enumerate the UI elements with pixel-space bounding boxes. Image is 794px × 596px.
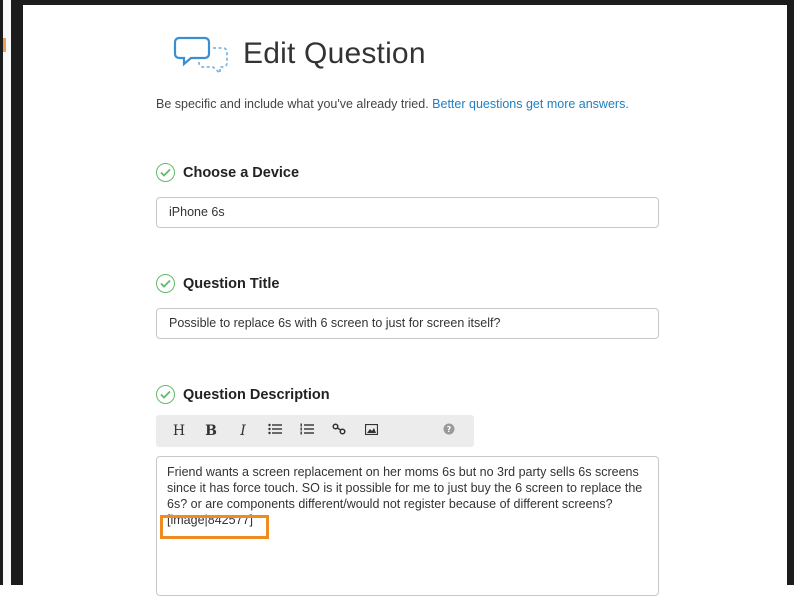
help-icon[interactable]: ? xyxy=(440,423,458,439)
device-label: Choose a Device xyxy=(183,164,300,181)
description-section-label: Question Description xyxy=(156,385,330,404)
device-input[interactable]: iPhone 6s xyxy=(156,197,659,228)
question-title-input[interactable]: Possible to replace 6s with 6 screen to … xyxy=(156,308,659,339)
title-label: Question Title xyxy=(183,275,280,292)
image-tag-highlight-box xyxy=(160,515,269,539)
edit-question-page: Edit Question Be specific and include wh… xyxy=(20,5,787,596)
heading-button[interactable]: H xyxy=(170,423,188,439)
title-section-label: Question Title xyxy=(156,274,279,293)
description-label: Question Description xyxy=(183,386,330,403)
svg-text:?: ? xyxy=(447,425,452,434)
check-icon xyxy=(156,163,175,182)
intro-instructions: Be specific and include what you've alre… xyxy=(156,97,429,111)
chat-bubbles-icon xyxy=(173,30,231,78)
bullet-list-icon[interactable] xyxy=(266,423,284,439)
frame-left-inner xyxy=(3,0,13,585)
page-header: Edit Question xyxy=(173,30,426,78)
frame-left-mark xyxy=(3,38,6,52)
image-icon[interactable] xyxy=(362,423,380,439)
check-icon xyxy=(156,385,175,404)
frame-left xyxy=(0,0,20,585)
link-icon[interactable] xyxy=(330,423,348,439)
editor-toolbar: H B I ? xyxy=(156,415,474,447)
better-questions-link[interactable]: Better questions get more answers. xyxy=(432,97,629,111)
intro-text: Be specific and include what you've alre… xyxy=(156,97,629,111)
page-title: Edit Question xyxy=(243,37,426,70)
bold-button[interactable]: B xyxy=(202,423,220,439)
check-icon xyxy=(156,274,175,293)
numbered-list-icon[interactable] xyxy=(298,423,316,439)
italic-button[interactable]: I xyxy=(234,423,252,439)
device-section-label: Choose a Device xyxy=(156,163,299,182)
